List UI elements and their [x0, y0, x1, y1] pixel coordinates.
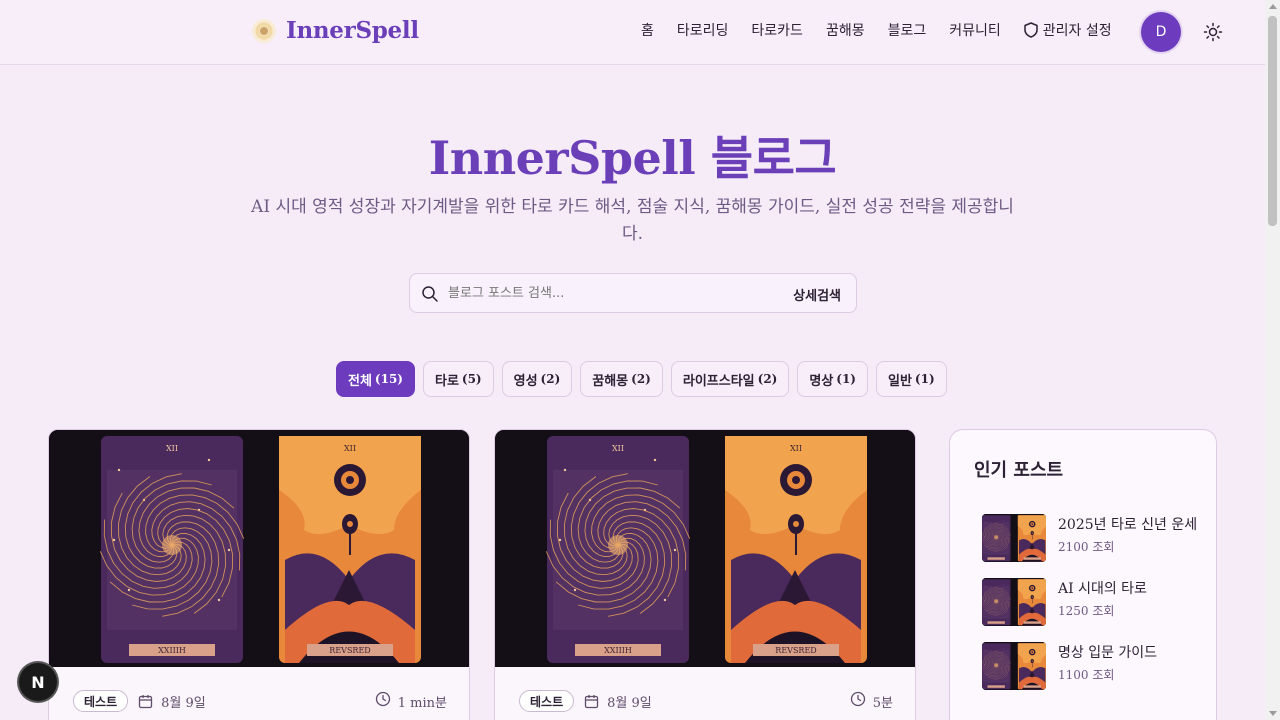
chip-count: (1)	[914, 372, 935, 386]
chip-label: 일반	[888, 373, 912, 389]
scroll-down-arrow-icon[interactable]	[1269, 711, 1277, 716]
main-nav: 홈 타로리딩 타로카드 꿈해몽 블로그 커뮤니티 관리자 설정	[641, 20, 1135, 40]
nav-community[interactable]: 커뮤니티	[949, 20, 1001, 40]
page-description: AI 시대 영적 성장과 자기계발을 위한 타로 카드 해석, 점술 지식, 꿈…	[251, 197, 1014, 244]
calendar-icon	[584, 694, 599, 709]
popular-post-title: 명상 입문 가이드	[1058, 645, 1158, 661]
read-time-text: 1 min분	[397, 695, 447, 711]
category-filters: 전체 (15) 타로 (5) 영성 (2) 꿈해몽 (2) 라이프스타일 (2) 명상 (1…	[336, 361, 947, 397]
card-caption: REVSRED	[775, 646, 816, 655]
post-card[interactable]: XII XXIIIH XII REVSRED 테스트 8월 9일 5분	[494, 429, 916, 720]
chip-label: 전체	[348, 373, 372, 389]
category-chip-all[interactable]: 전체 (15)	[336, 361, 415, 397]
post-tag[interactable]: 테스트	[519, 690, 575, 712]
admin-label: 관리자 설정	[1042, 23, 1112, 39]
post-date: 8월 9일	[161, 695, 206, 711]
chip-count: (2)	[631, 372, 651, 386]
chip-count: (5)	[461, 372, 482, 386]
nav-dream[interactable]: 꿈해몽	[826, 20, 865, 40]
logo-eye-icon	[252, 18, 276, 43]
search-icon	[421, 285, 439, 307]
card-caption: REVSRED	[329, 646, 370, 655]
category-chip-spirituality[interactable]: 영성 (2)	[501, 361, 573, 397]
chip-count: (1)	[836, 372, 856, 386]
read-time: 1 min분	[375, 691, 447, 711]
card-caption: XXIIIH	[604, 646, 632, 655]
chip-count: (2)	[757, 372, 778, 386]
site-header: InnerSpell 홈 타로리딩 타로카드 꿈해몽 블로그 커뮤니티 관리자 …	[0, 0, 1265, 65]
calendar-icon	[138, 694, 153, 709]
scroll-thumb[interactable]	[1268, 16, 1277, 226]
post-date: 8월 9일	[607, 695, 652, 711]
chip-count: (15)	[374, 372, 403, 386]
scroll-up-arrow-icon[interactable]	[1269, 4, 1277, 9]
nextjs-dev-button[interactable]: N	[19, 663, 57, 701]
logo[interactable]: InnerSpell	[252, 17, 419, 44]
post-meta: 테스트 8월 9일 5분	[519, 689, 893, 713]
category-chip-general[interactable]: 일반 (1)	[876, 361, 947, 397]
category-chip-dream[interactable]: 꿈해몽 (2)	[580, 361, 663, 397]
chip-label: 라이프스타일	[682, 373, 755, 389]
page-scrollbar[interactable]	[1265, 0, 1280, 720]
popular-post-item[interactable]: AI 시대의 타로 1250 조회	[982, 578, 1192, 626]
advanced-search-button[interactable]: 상세검색	[793, 285, 841, 304]
card-numeral: XII	[166, 444, 178, 453]
nav-tarot-cards[interactable]: 타로카드	[751, 20, 803, 40]
popular-post-views: 1100 조회	[1058, 668, 1115, 682]
chip-label: 명상	[809, 373, 834, 389]
popular-post-item[interactable]: 2025년 타로 신년 운세 2100 조회	[982, 514, 1197, 562]
chip-label: 영성	[513, 373, 538, 389]
read-time-text: 5분	[872, 695, 893, 711]
chip-count: (2)	[540, 372, 561, 386]
nav-home[interactable]: 홈	[641, 20, 654, 40]
popular-post-title: 2025년 타로 신년 운세	[1058, 517, 1198, 533]
page-title: InnerSpell 블로그	[428, 131, 837, 185]
card-numeral: XII	[344, 444, 356, 453]
post-card[interactable]: XII XXIIIH XII REVSRED 테스트 8월 9일 1 min분	[48, 429, 470, 720]
clock-icon	[375, 691, 391, 711]
post-tag[interactable]: 테스트	[73, 690, 129, 712]
card-numeral: XII	[612, 444, 624, 453]
read-time: 5분	[850, 691, 893, 711]
card-numeral: XII	[790, 444, 802, 453]
post-cover-image: XII XXIIIH XII REVSRED	[495, 430, 915, 667]
popular-post-item[interactable]: 명상 입문 가이드 1100 조회	[982, 642, 1192, 690]
popular-post-thumbnail	[982, 514, 1046, 562]
category-chip-tarot[interactable]: 타로 (5)	[422, 361, 494, 397]
popular-post-thumbnail	[982, 578, 1046, 626]
popular-post-title: AI 시대의 타로	[1058, 581, 1147, 597]
nav-admin-settings[interactable]: 관리자 설정	[1024, 20, 1112, 40]
theme-toggle-sun-icon[interactable]	[1203, 22, 1223, 42]
post-meta: 테스트 8월 9일 1 min분	[73, 689, 447, 713]
popular-post-views: 1250 조회	[1058, 604, 1115, 618]
card-caption: XXIIIH	[158, 646, 186, 655]
post-cover-image: XII XXIIIH XII REVSRED	[49, 430, 469, 667]
category-chip-meditation[interactable]: 명상 (1)	[797, 361, 868, 397]
popular-posts-title: 인기 포스트	[974, 460, 1064, 481]
search-input[interactable]	[448, 274, 778, 312]
logo-text: InnerSpell	[286, 17, 419, 44]
shield-icon	[1024, 22, 1038, 38]
category-chip-lifestyle[interactable]: 라이프스타일 (2)	[670, 361, 790, 397]
search-bar: 상세검색	[409, 273, 857, 313]
popular-posts-panel: 인기 포스트 2025년 타로 신년 운세 2100 조회 AI 시대의 타로 …	[949, 429, 1217, 720]
popular-post-views: 2100 조회	[1058, 540, 1115, 554]
chip-label: 꿈해몽	[592, 373, 629, 389]
nav-blog[interactable]: 블로그	[888, 20, 927, 40]
clock-icon	[850, 691, 866, 711]
user-avatar[interactable]: D	[1141, 12, 1181, 52]
nav-tarot-reading[interactable]: 타로리딩	[677, 20, 729, 40]
popular-post-thumbnail	[982, 642, 1046, 690]
chip-label: 타로	[434, 373, 459, 389]
